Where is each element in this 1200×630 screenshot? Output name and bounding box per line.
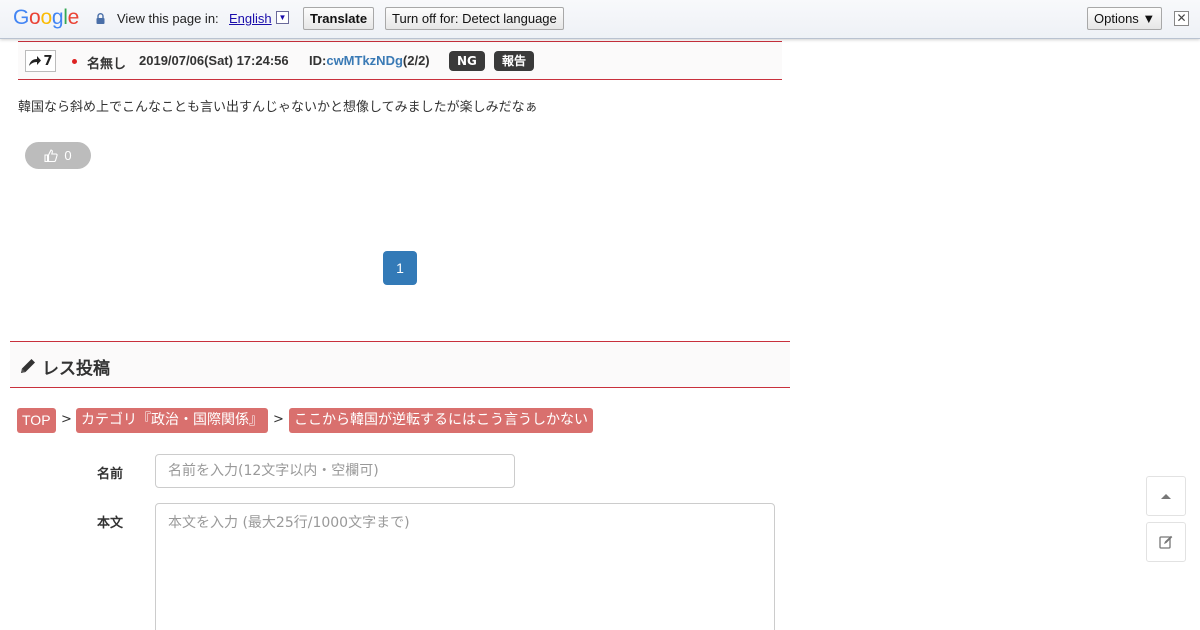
- report-button[interactable]: 報告: [494, 51, 535, 71]
- breadcrumb-top[interactable]: TOP: [17, 408, 56, 433]
- google-logo: Google: [13, 6, 79, 29]
- reply-anchor-button[interactable]: 7: [25, 50, 56, 72]
- poster-id-link[interactable]: cwMTkzNDg: [326, 53, 403, 68]
- poster-id-count: (2/2): [402, 53, 430, 68]
- section-title: レス投稿: [42, 359, 110, 379]
- like-button[interactable]: 0: [25, 142, 91, 169]
- name-input[interactable]: [155, 454, 515, 488]
- scroll-top-button[interactable]: [1146, 476, 1186, 516]
- poster-id: ID:cwMTkzNDg(2/2): [309, 53, 430, 68]
- post-body: 韓国なら斜め上でこんなことも言い出すんじゃないかと想像してみましたが楽しみだなぁ: [18, 100, 538, 115]
- breadcrumb-category[interactable]: カテゴリ『政治・国際関係』: [76, 408, 268, 433]
- close-icon[interactable]: ✕: [1174, 11, 1189, 26]
- pencil-icon: [21, 359, 35, 373]
- compose-button[interactable]: [1146, 522, 1186, 562]
- turn-off-button[interactable]: Turn off for: Detect language: [385, 7, 564, 30]
- res-number: 7: [43, 53, 53, 69]
- body-textarea[interactable]: [155, 503, 775, 630]
- pagination-page-button[interactable]: 1: [383, 251, 417, 285]
- reply-section-header: レス投稿: [10, 341, 790, 388]
- body-label: 本文: [97, 516, 124, 531]
- lock-icon: [96, 13, 105, 24]
- name-label: 名前: [97, 467, 124, 482]
- edit-icon: [1159, 535, 1173, 549]
- language-link[interactable]: English: [229, 11, 272, 26]
- breadcrumb-thread[interactable]: ここから韓国が逆転するにはこう言うしかない: [289, 408, 593, 433]
- ng-button[interactable]: NG: [449, 51, 485, 71]
- post-date: 2019/07/06(Sat) 17:24:56: [139, 53, 289, 68]
- breadcrumb-separator: >: [61, 412, 72, 427]
- language-dropdown-caret[interactable]: ▼: [276, 11, 289, 24]
- status-dot: [72, 59, 77, 64]
- options-button[interactable]: Options ▼: [1087, 7, 1163, 30]
- forward-arrow-icon: [29, 56, 42, 66]
- translate-prompt: View this page in:: [117, 11, 219, 26]
- post-header: 7 名無し 2019/07/06(Sat) 17:24:56 ID:cwMTkz…: [18, 41, 782, 80]
- translate-bar: Google View this page in: English ▼ Tran…: [0, 0, 1200, 39]
- like-count: 0: [64, 148, 72, 163]
- translate-button[interactable]: Translate: [303, 7, 375, 30]
- poster-id-prefix: ID:: [309, 53, 327, 68]
- chevron-up-icon: [1161, 494, 1171, 499]
- thumbs-up-icon: [44, 149, 59, 162]
- breadcrumb-separator: >: [273, 412, 284, 427]
- poster-name: 名無し: [87, 57, 127, 72]
